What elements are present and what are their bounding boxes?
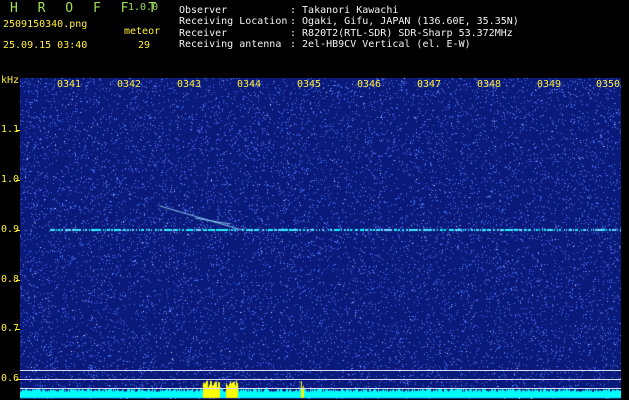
spectrogram-divider-mid (20, 379, 621, 380)
x-tick-label: 0342 (117, 79, 142, 90)
spectrogram-canvas (20, 78, 621, 399)
y-tick-mark (16, 180, 20, 181)
x-tick-label: 0343 (177, 79, 202, 90)
spectrogram-divider-top (20, 370, 621, 371)
receiver-label: Receiver (179, 28, 228, 39)
meteor-count: 29 (138, 40, 151, 51)
y-tick-mark (16, 130, 20, 131)
location-value: : Ogaki, Gifu, JAPAN (136.60E, 35.35N) (290, 16, 519, 27)
meteor-label: meteor (124, 26, 161, 37)
x-tick-label: 0345 (297, 79, 322, 90)
x-tick-label: 0341 (57, 79, 82, 90)
observer-label: Observer (179, 5, 228, 16)
antenna-value: : 2el-HB9CV Vertical (el. E-W) (290, 39, 471, 50)
x-tick-label: 0346 (357, 79, 382, 90)
x-tick-label: 0350 (596, 79, 621, 90)
spectrogram-divider-bottom (20, 388, 621, 389)
x-tick-label: 0344 (237, 79, 262, 90)
y-tick-mark (16, 230, 20, 231)
app-version: 1.0.0 (128, 2, 159, 13)
datetime: 25.09.15 03:40 (3, 40, 88, 51)
y-tick-mark (16, 379, 20, 380)
y-tick-mark (16, 280, 20, 281)
location-label: Receiving Location (179, 16, 288, 27)
receiver-value: : R820T2(RTL-SDR) SDR-Sharp 53.372MHz (290, 28, 513, 39)
y-tick-mark (16, 329, 20, 330)
x-tick-label: 0349 (537, 79, 562, 90)
filename: 2509150340.png (3, 19, 88, 30)
x-tick-label: 0347 (417, 79, 442, 90)
antenna-label: Receiving antenna (179, 39, 282, 50)
x-tick-label: 0348 (477, 79, 502, 90)
y-axis-unit: kHz (1, 75, 20, 86)
observer-value: : Takanori Kawachi (290, 5, 399, 16)
